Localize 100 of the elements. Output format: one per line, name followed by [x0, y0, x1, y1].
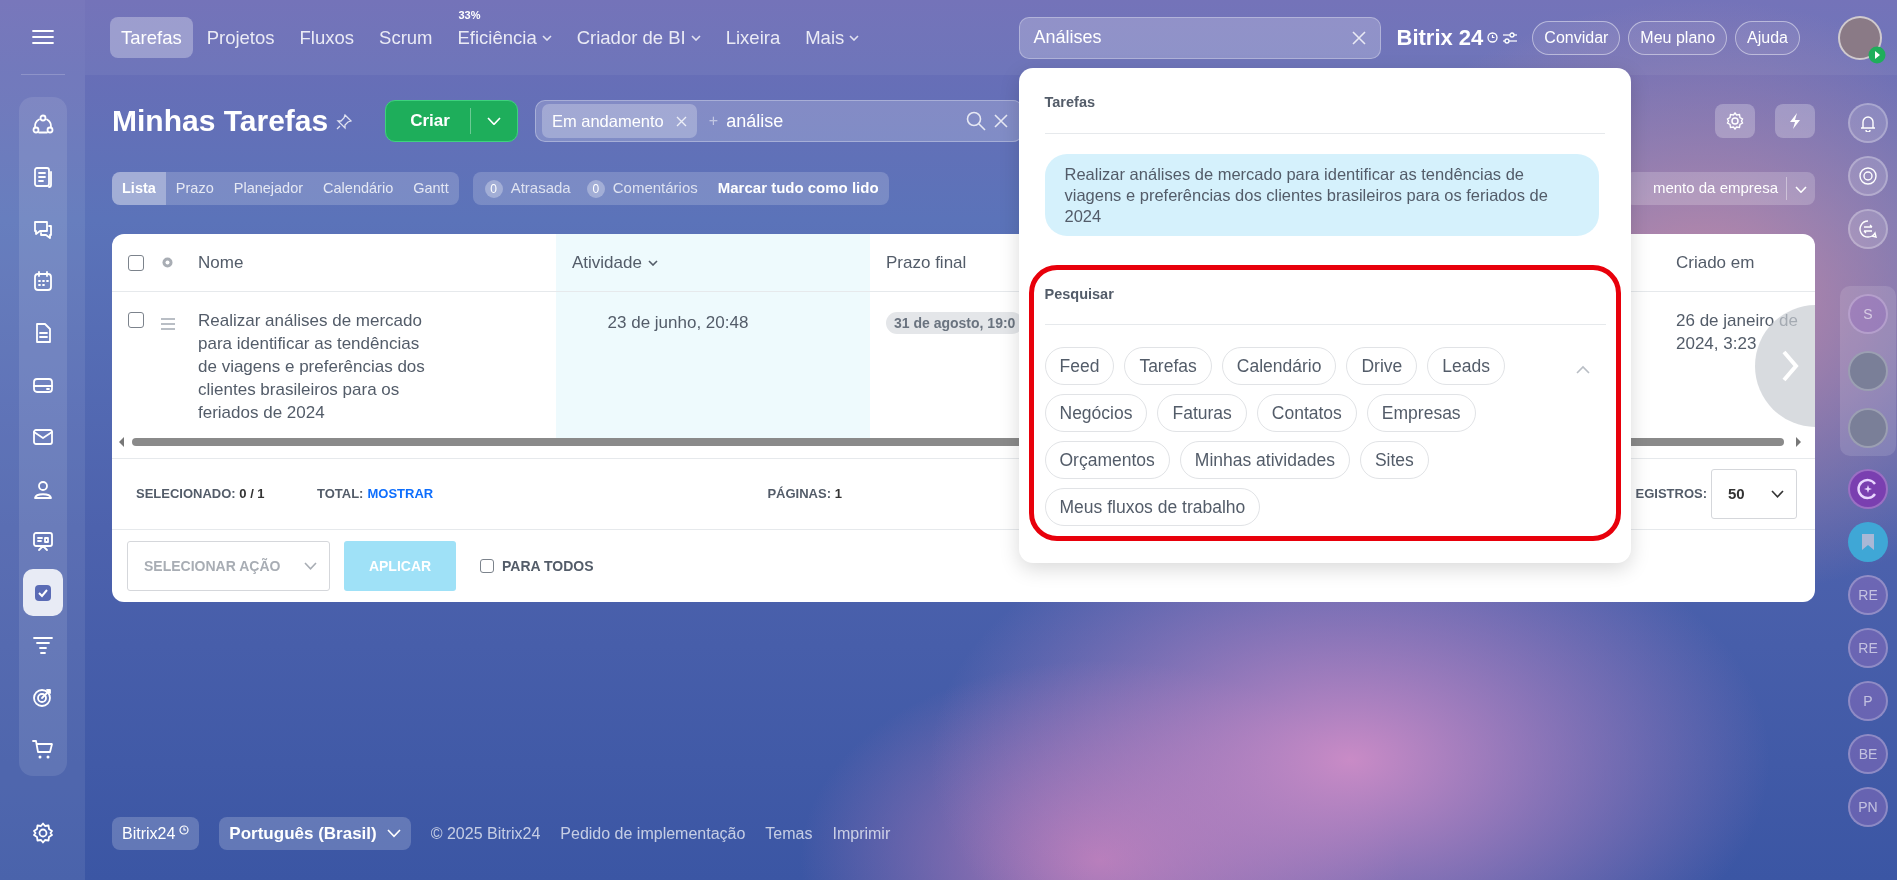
caret-icon [386, 829, 401, 838]
view-tab[interactable]: Lista [112, 172, 166, 205]
filter-tag[interactable]: Em andamento [541, 103, 697, 139]
header-button[interactable]: Convidar [1532, 20, 1621, 55]
search-scope-chip[interactable]: Meus fluxos de trabalho [1044, 487, 1261, 526]
column-header[interactable]: Prazo final [886, 249, 967, 276]
select-all-checkbox[interactable] [128, 254, 144, 271]
lightning-icon [1789, 113, 1801, 129]
caret-icon [486, 116, 501, 126]
network-icon [31, 113, 54, 136]
action-select[interactable]: SELECIONAR AÇÃO [127, 541, 330, 591]
counter-label[interactable]: Comentários [612, 177, 698, 200]
nav-tab[interactable]: Criador de BI [565, 16, 712, 59]
footer-link[interactable]: Temas [765, 821, 813, 846]
news-icon [31, 165, 54, 188]
nav-tab[interactable]: Lixeira [714, 16, 792, 59]
chat-avatar[interactable]: P [1848, 681, 1888, 721]
cart-icon [31, 737, 54, 760]
section-title: Tarefas [1043, 92, 1096, 112]
bookmark-icon [1861, 533, 1875, 551]
counter-label[interactable]: Atrasada [510, 177, 571, 200]
search-scope-chip[interactable]: Drive [1346, 346, 1418, 385]
header-button[interactable]: Meu plano [1628, 20, 1728, 55]
activity-date: 23 de junho, 20:48 [607, 313, 749, 332]
notifications-button[interactable] [1848, 103, 1888, 143]
brand-button[interactable]: Bitrix24 [112, 817, 200, 850]
row-checkbox[interactable] [128, 312, 144, 328]
calendar-icon [31, 269, 54, 292]
view-tab[interactable]: Planejador [223, 172, 314, 205]
chat-avatar[interactable]: PN [1848, 787, 1888, 827]
nav-tab[interactable]: Mais [794, 16, 871, 59]
search-scope-chip[interactable]: Faturas [1157, 393, 1247, 432]
show-total-link[interactable]: MOSTRAR [367, 484, 768, 504]
caret-icon [304, 562, 317, 570]
footer-link[interactable]: Imprimir [832, 821, 891, 846]
notifications-icon [1859, 114, 1877, 132]
chat-avatar[interactable]: S [1848, 294, 1888, 334]
counter-badge: 0 [586, 179, 605, 198]
search-scope-chip[interactable]: Contatos [1256, 393, 1357, 432]
logo[interactable]: Bitrix 24 [1396, 21, 1519, 54]
bookmark-button[interactable] [1848, 522, 1888, 562]
nav-tab[interactable]: Projetos [195, 16, 286, 59]
for-all-checkbox[interactable] [480, 559, 494, 573]
search-scope-chip[interactable]: Leads [1427, 346, 1505, 385]
total-label: TOTAL: [317, 485, 364, 504]
search-scope-chip[interactable]: Feed [1044, 346, 1115, 385]
search-scope-chip[interactable]: Orçamentos [1044, 440, 1170, 479]
automation-button[interactable] [1775, 104, 1815, 138]
close-icon [993, 114, 1008, 128]
sliders-icon [1502, 31, 1519, 44]
search-scope-chip[interactable]: Empresas [1366, 393, 1476, 432]
settings-icon [1726, 112, 1744, 130]
chat-avatar[interactable]: RE [1848, 575, 1888, 615]
sorted-column-header[interactable]: Atividade [556, 234, 870, 292]
search-icon [965, 111, 986, 131]
search-scope-chip[interactable]: Negócios [1044, 393, 1148, 432]
copilot-button[interactable] [1848, 469, 1888, 509]
counter-badge: 0 [484, 179, 503, 198]
column-header[interactable]: Criado em [1676, 249, 1755, 276]
caret-icon [1795, 185, 1807, 193]
task-name[interactable]: Realizar análises de mercado para identificar as tendências de viagens e preferências dos clientes brasileiros para os feriados de 2024 [198, 310, 438, 425]
settings-icon [160, 255, 175, 270]
search-scope-chip[interactable]: Minhas atividades [1179, 440, 1350, 479]
close-icon [675, 115, 687, 127]
chat-avatar[interactable]: BE [1848, 734, 1888, 774]
nav-tab[interactable]: Fluxos [288, 16, 366, 59]
clock-icon [1487, 32, 1499, 43]
chat-arrows-icon [1858, 219, 1878, 239]
nav-tab[interactable]: Tarefas [110, 16, 193, 59]
records-label: EGISTROS: [1635, 485, 1707, 504]
caret-up-icon [1575, 364, 1590, 374]
search-scope-chip[interactable]: Sites [1359, 440, 1429, 479]
settings-icon [31, 821, 54, 844]
chat-arrows-button[interactable] [1848, 209, 1888, 249]
copyright-text: © 2025 Bitrix24 [430, 823, 541, 844]
search-scope-chip[interactable]: Calendário [1221, 346, 1337, 385]
header-button[interactable]: Ajuda [1735, 20, 1800, 55]
page-size-select[interactable]: 50 [1711, 469, 1797, 519]
create-button[interactable]: Criar [385, 100, 518, 142]
page-title: Minhas Tarefas [112, 103, 329, 139]
apply-button: APLICAR [344, 541, 456, 591]
checkbox-label: PARA TODOS [502, 556, 594, 576]
settings-button[interactable] [1715, 104, 1755, 138]
mark-all-read-link[interactable]: Marcar tudo como lido [717, 177, 879, 200]
play-icon [1868, 45, 1886, 64]
caret-icon [647, 259, 658, 266]
view-tab[interactable]: Gantt [403, 172, 459, 205]
nav-tab[interactable]: Scrum [368, 16, 444, 59]
clock-icon [179, 825, 190, 835]
filter-query: análise [726, 109, 785, 133]
view-tab[interactable]: Calendário [313, 172, 404, 205]
sidebar-item[interactable] [22, 569, 63, 616]
language-button[interactable]: Português (Brasil) [219, 817, 411, 850]
chat-avatar[interactable]: RE [1848, 628, 1888, 668]
view-tab[interactable]: Prazo [165, 172, 224, 205]
search-scope-chip[interactable]: Tarefas [1124, 346, 1212, 385]
progress-label: 33% [458, 7, 481, 23]
search-result[interactable]: Realizar análises de mercado para identificar as tendências de viagens e preferências dos clientes brasileiros para os feriados de 2024 [1044, 154, 1599, 237]
column-header[interactable]: Nome [198, 249, 244, 276]
footer-link[interactable]: Pedido de implementação [560, 821, 746, 846]
